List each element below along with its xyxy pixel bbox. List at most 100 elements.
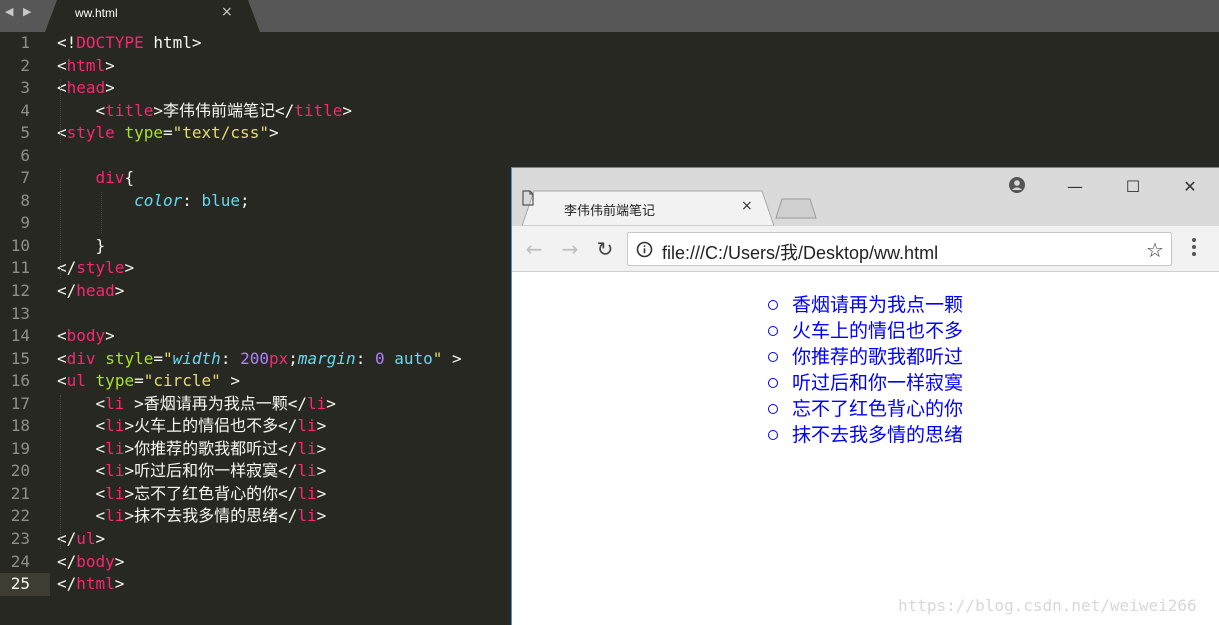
- indent-guide: [60, 394, 61, 549]
- code-token: >: [105, 55, 115, 75]
- indent-guide: [60, 169, 61, 279]
- editor-tab-close-icon[interactable]: ×: [221, 4, 233, 20]
- code-token: li: [297, 438, 317, 458]
- star-icon[interactable]: ☆: [1146, 238, 1164, 262]
- code-token: 0: [374, 348, 385, 368]
- line-number: 14: [10, 326, 30, 346]
- arrow-left-icon[interactable]: ←: [522, 237, 546, 261]
- code-token: blue: [201, 190, 241, 210]
- close-icon[interactable]: ✕: [1167, 172, 1213, 202]
- kebab-menu-icon[interactable]: [1192, 238, 1198, 259]
- code-token: <: [57, 55, 67, 75]
- code-token: title: [105, 100, 154, 120]
- line-number: 24: [10, 551, 30, 571]
- line-number: 17: [10, 393, 30, 413]
- code-token: >: [114, 551, 125, 571]
- line-number: 19: [10, 438, 30, 458]
- circle-bullet-icon: [768, 352, 778, 362]
- reload-icon[interactable]: ↻: [593, 237, 617, 261]
- code-text: <!DOCTYPE html>: [57, 32, 202, 55]
- code-line[interactable]: 3 <head>: [0, 77, 1219, 100]
- browser-titlebar: — ☐ ✕ 李伟伟前端笔记 ×: [512, 168, 1219, 226]
- line-number: 21: [10, 483, 30, 503]
- browser-toolbar: ← → ↻ file:///C:/Users/我/Desktop/ww.html…: [512, 226, 1219, 272]
- code-token: </: [57, 551, 77, 571]
- code-line[interactable]: 1 <!DOCTYPE html>: [0, 32, 1219, 55]
- address-bar[interactable]: file:///C:/Users/我/Desktop/ww.html ☆: [627, 232, 1172, 266]
- line-number: 22: [10, 506, 30, 526]
- code-token: px: [268, 348, 289, 368]
- list-item-text: 抹不去我多情的思绪: [792, 424, 964, 446]
- code-text: </ul>: [57, 528, 105, 551]
- code-token: ul: [76, 529, 96, 549]
- line-number: 23: [10, 529, 30, 549]
- list-item: 抹不去我多情的思绪: [766, 422, 966, 448]
- browser-tab-active[interactable]: 李伟伟前端笔记 ×: [522, 190, 774, 226]
- code-token: :: [355, 348, 375, 368]
- code-token: {: [124, 168, 135, 188]
- code-line[interactable]: 2 <html>: [0, 55, 1219, 78]
- list-item: 听过后和你一样寂寞: [766, 370, 966, 396]
- code-token: >: [114, 281, 125, 301]
- list-item: 你推荐的歌我都听过: [766, 344, 966, 370]
- minimize-icon[interactable]: —: [1052, 172, 1098, 202]
- profile-icon[interactable]: [1009, 177, 1025, 193]
- arrow-right-icon[interactable]: →: [558, 237, 582, 261]
- line-number: 9: [20, 213, 30, 233]
- code-token: <: [57, 78, 67, 98]
- list-item-text: 忘不了红色背心的你: [792, 398, 964, 420]
- code-token: <: [57, 123, 67, 143]
- code-token: >: [114, 574, 125, 594]
- code-token: >忘不了红色背心的你</: [124, 483, 298, 503]
- new-tab-icon[interactable]: [774, 198, 818, 222]
- code-token: >: [342, 100, 353, 120]
- code-text: color: blue;: [57, 190, 250, 213]
- maximize-icon[interactable]: ☐: [1110, 172, 1156, 202]
- code-line[interactable]: 5 <style type="text/css">: [0, 122, 1219, 145]
- info-icon[interactable]: [636, 241, 653, 258]
- code-token: style: [66, 123, 115, 143]
- code-token: =: [153, 348, 163, 368]
- code-text: <html>: [57, 55, 115, 78]
- code-token: >火车上的情侣也不多</: [124, 416, 298, 436]
- code-token: <: [57, 371, 67, 391]
- code-token: li: [297, 461, 317, 481]
- code-token: <!: [57, 33, 77, 52]
- code-token: >: [105, 326, 115, 346]
- browser-tab-close-icon[interactable]: ×: [741, 198, 753, 214]
- tab-scroll-left-icon[interactable]: ◀: [5, 5, 16, 18]
- code-token: </: [57, 574, 77, 594]
- code-text: <head>: [57, 77, 115, 100]
- code-line[interactable]: 6: [0, 145, 1219, 168]
- code-token: >: [442, 348, 462, 368]
- tab-scroll-right-icon[interactable]: ▶: [23, 5, 34, 18]
- code-token: body: [66, 326, 106, 346]
- line-number: 25: [10, 574, 30, 594]
- editor-tab-label: ww.html: [75, 6, 118, 20]
- line-number: 16: [10, 371, 30, 391]
- code-text: <li>你推荐的歌我都听过</li>: [57, 438, 327, 461]
- code-token: >: [326, 393, 336, 413]
- url-text[interactable]: file:///C:/Users/我/Desktop/ww.html: [662, 239, 938, 265]
- line-number: 4: [20, 100, 30, 120]
- document-icon: [522, 190, 534, 206]
- code-token: li: [297, 483, 317, 503]
- code-line[interactable]: 4 <title>李伟伟前端笔记</title>: [0, 100, 1219, 123]
- list-item: 火车上的情侣也不多: [766, 318, 966, 344]
- code-token: "text/css": [172, 123, 269, 143]
- code-token: >: [316, 438, 327, 458]
- line-number: 3: [20, 78, 30, 98]
- browser-window: — ☐ ✕ 李伟伟前端笔记 × ← → ↻ file:///C:/Users/我…: [511, 167, 1219, 625]
- code-token: </: [57, 281, 77, 301]
- code-token: ;: [288, 348, 298, 368]
- code-token: li: [105, 483, 125, 503]
- code-text: <li >香烟请再为我点一颗</li>: [57, 393, 336, 416]
- circle-bullet-icon: [768, 430, 778, 440]
- tab-nav-arrows: ◀ ▶: [5, 5, 34, 18]
- code-token: li: [306, 393, 327, 413]
- editor-tab-ww-html[interactable]: ww.html ×: [45, 0, 260, 32]
- code-text: <li>忘不了红色背心的你</li>: [57, 483, 327, 506]
- code-token: >: [316, 416, 327, 436]
